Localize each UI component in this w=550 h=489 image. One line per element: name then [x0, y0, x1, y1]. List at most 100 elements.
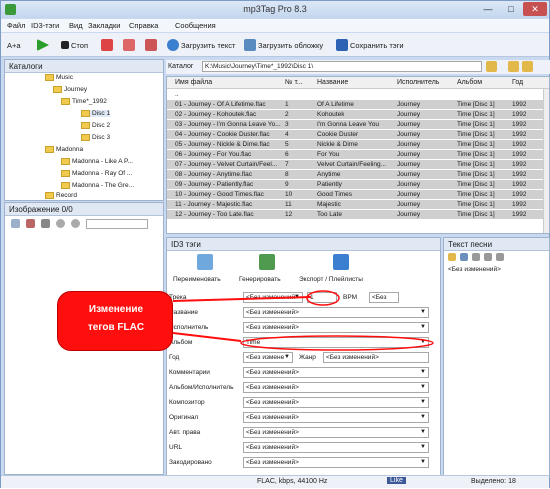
table-cell: Journey	[397, 110, 421, 118]
cut-icon[interactable]	[472, 253, 480, 261]
tree-item[interactable]: Madonna - Ray Of ...	[61, 170, 132, 177]
tag-field-row: Оригинал <Без изменений> ▼	[167, 412, 437, 424]
font-size-button[interactable]: A+a	[7, 37, 21, 53]
tag-field-select[interactable]: <Без изменений> ▼	[243, 457, 429, 468]
folder-icon	[61, 98, 70, 105]
paste-icon[interactable]	[496, 253, 504, 261]
tag-field-row: Комментарии <Без изменений> ▼	[167, 367, 437, 379]
callout-line-1: Изменение	[88, 304, 144, 315]
toolbar: A+a Стоп Загрузить текст Загрузить облож…	[1, 33, 549, 57]
menu-view[interactable]: Вид	[69, 21, 83, 30]
genre-select[interactable]: <Без изменений>	[323, 352, 429, 363]
image-type-select[interactable]	[86, 219, 148, 229]
tag-field-select[interactable]: <Без изменений> ▼	[243, 292, 303, 303]
save-lyrics-icon[interactable]	[460, 253, 468, 261]
table-row[interactable]: 07 - Journey - Velvet Curtain/Feel... 7 Ve…	[167, 160, 543, 169]
tag-field-select[interactable]: <Без изменений> ▼	[243, 412, 429, 423]
col-year[interactable]: Год	[512, 79, 523, 86]
globe-icon	[167, 39, 179, 51]
col-title[interactable]: Название	[317, 79, 348, 86]
tag-field-select[interactable]: <Без изменений> ▼	[243, 382, 429, 393]
menu-bookmarks[interactable]: Закладки	[88, 21, 120, 30]
col-filename[interactable]: Имя файла	[175, 79, 212, 86]
table-row[interactable]: 03 - Journey - I'm Gonna Leave Yo... 3 I'm…	[167, 120, 543, 129]
tree-item[interactable]: Disc 3	[81, 134, 110, 141]
table-row[interactable]: 05 - Journey - Nickle & Dime.flac 5 Nickle…	[167, 140, 543, 149]
save-tags-button[interactable]: Сохранить тэги	[336, 37, 404, 53]
table-cell: Of A Lifetime	[317, 100, 354, 108]
table-row[interactable]: 02 - Journey - Kohoutek.flac 2 Kohoutek Jou…	[167, 110, 543, 119]
tree-item[interactable]: Time*_1992	[61, 98, 107, 105]
track-number-select[interactable]: 1	[307, 292, 337, 303]
tree-item[interactable]: Madonna - Like A P...	[61, 158, 133, 165]
tag-field-select[interactable]: Time ▼	[243, 337, 429, 348]
open-folder-icon[interactable]	[486, 61, 497, 72]
table-row[interactable]: 11 - Journey - Majestic.flac 11 Majestic Jo…	[167, 200, 543, 209]
tag-field-select[interactable]: <Без изменений> ▼	[243, 427, 429, 438]
tag-field-select[interactable]: <Без изменений> ▼	[243, 307, 429, 318]
maximize-button[interactable]: □	[500, 2, 522, 16]
lyrics-text[interactable]: <Без изменений>	[448, 266, 501, 273]
col-album[interactable]: Альбом	[457, 79, 482, 86]
tree-item[interactable]: Record	[45, 192, 77, 199]
table-row[interactable]: 01 - Journey - Of A Lifetime.flac 1 Of A L…	[167, 100, 543, 109]
grid-scrollbar[interactable]	[543, 89, 549, 233]
table-cell: 1992	[512, 170, 527, 178]
tree-item[interactable]: Journey	[53, 86, 87, 93]
menu-file[interactable]: Файл	[7, 21, 25, 30]
tag-field-value: <Без изменений>	[246, 369, 299, 376]
tree-item[interactable]: Madonna	[45, 146, 83, 153]
next-image-icon[interactable]	[71, 219, 80, 228]
table-row[interactable]: 09 - Journey - Patiently.flac 9 Patiently J…	[167, 180, 543, 189]
minimize-button[interactable]: —	[477, 2, 499, 16]
tree-item[interactable]: Music	[45, 74, 73, 81]
load-text-button[interactable]: Загрузить текст	[167, 37, 235, 53]
tree-item-selected[interactable]: Disc 1	[81, 110, 111, 118]
like-button[interactable]: Like	[387, 477, 406, 484]
table-row[interactable]: 08 - Journey - Anytime.flac 8 Anytime Journ…	[167, 170, 543, 179]
tag-field-select[interactable]: <Без изменений> ▼	[243, 397, 429, 408]
copy-icon[interactable]	[484, 253, 492, 261]
table-row[interactable]: 10 - Journey - Good Times.flac 10 Good Tim…	[167, 190, 543, 199]
new-image-icon[interactable]	[11, 219, 20, 228]
path-input[interactable]: K:\Music\Journey\Time*_1992\Disc 1\	[202, 61, 482, 72]
tool-button-3[interactable]	[145, 37, 157, 53]
stop-button[interactable]: Стоп	[61, 37, 88, 53]
table-row[interactable]: 06 - Journey - For You.flac 6 For You Journ…	[167, 150, 543, 159]
up-folder-icon[interactable]	[508, 61, 519, 72]
bpm-select[interactable]: <Без	[369, 292, 399, 303]
open-lyrics-icon[interactable]	[448, 253, 456, 261]
tag-field-select[interactable]: <Без измене ▼	[243, 352, 293, 363]
table-row[interactable]: 04 - Journey - Cookie Duster.flac 4 Cookie…	[167, 130, 543, 139]
col-artist[interactable]: Исполнитель	[397, 79, 439, 86]
export-button[interactable]: Экспорт / Плейлисты	[299, 252, 377, 286]
generate-button[interactable]: Генерировать	[237, 252, 297, 286]
tool-button-1[interactable]	[101, 37, 113, 53]
play-button[interactable]	[37, 37, 49, 53]
browse-folder-icon[interactable]	[522, 61, 533, 72]
tag-field-select[interactable]: <Без изменений> ▼	[243, 322, 429, 333]
tree-item[interactable]: Disc 2	[81, 122, 110, 129]
tag-edit-icon	[123, 39, 135, 51]
table-row[interactable]: 12 - Journey - Too Late.flac 12 Too Late Jo…	[167, 210, 543, 219]
tree-item[interactable]: Madonna - The Gre...	[61, 182, 134, 189]
load-cover-button[interactable]: Загрузить обложку	[244, 37, 323, 53]
menu-messages[interactable]: Сообщения	[175, 21, 216, 30]
tool-button-2[interactable]	[123, 37, 135, 53]
menu-id3-tags[interactable]: ID3-тэги	[31, 21, 59, 30]
table-cell: 8	[285, 170, 289, 178]
prev-image-icon[interactable]	[56, 219, 65, 228]
table-cell: 5	[285, 140, 289, 148]
tag-field-select[interactable]: <Без изменений> ▼	[243, 367, 429, 378]
tag-field-value: <Без изменений>	[246, 384, 299, 391]
rename-button[interactable]: Переименовать	[173, 252, 243, 286]
table-cell: Time [Disc 1]	[457, 130, 495, 138]
table-cell: Nickle & Dime	[317, 140, 358, 148]
tag-field-select[interactable]: <Без изменений> ▼	[243, 442, 429, 453]
close-button[interactable]: ✕	[523, 2, 547, 16]
delete-image-icon[interactable]	[26, 219, 35, 228]
col-track[interactable]: № т...	[285, 79, 303, 86]
save-image-icon[interactable]	[41, 219, 50, 228]
menu-help[interactable]: Справка	[129, 21, 158, 30]
table-row[interactable]: ..	[167, 90, 543, 99]
